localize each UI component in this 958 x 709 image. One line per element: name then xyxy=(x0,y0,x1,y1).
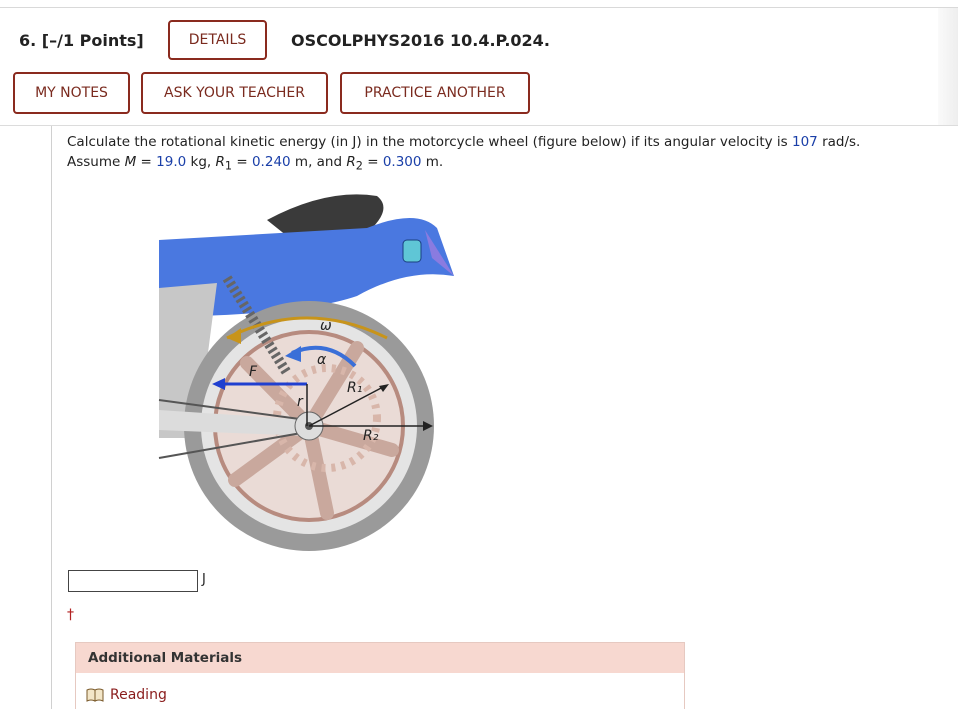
book-icon xyxy=(86,688,104,702)
mass-value: 19.0 xyxy=(156,154,187,170)
reading-label: Reading xyxy=(110,687,167,703)
r2-subscript: 2 xyxy=(355,159,363,173)
equals: = xyxy=(232,154,252,170)
r2-value: 0.300 xyxy=(382,154,422,170)
equals: = xyxy=(136,154,157,170)
r1-subscript: 1 xyxy=(224,159,233,173)
problem-line-1: Calculate the rotational kinetic energy … xyxy=(67,132,947,152)
reading-link[interactable]: Reading xyxy=(86,687,167,703)
question-number: 6. [–/1 Points] xyxy=(19,31,144,50)
r1-label: R₁ xyxy=(347,380,362,396)
practice-another-button[interactable]: PRACTICE ANOTHER xyxy=(340,72,530,114)
question-id: OSCOLPHYS2016 10.4.P.024. xyxy=(291,31,550,50)
r1-value: 0.240 xyxy=(251,154,291,170)
omega-value: 107 xyxy=(792,134,818,150)
content-left-rule xyxy=(51,126,52,709)
reflector-icon xyxy=(402,239,422,263)
my-notes-button[interactable]: MY NOTES xyxy=(13,72,130,114)
alpha-label: α xyxy=(317,352,327,368)
force-label: F xyxy=(249,364,258,380)
problem-line-2: Assume M = 19.0 kg, R1 = 0.240 m, and R2… xyxy=(67,152,947,177)
problem-text: Calculate the rotational kinetic energy … xyxy=(67,134,792,150)
answer-input[interactable] xyxy=(68,570,198,592)
answer-unit: J xyxy=(202,572,206,587)
additional-materials-title: Additional Materials xyxy=(76,643,684,673)
r1-symbol: R xyxy=(215,154,225,170)
omega-label: ω xyxy=(320,318,332,334)
mass-unit: kg, xyxy=(186,154,216,170)
header-shadow xyxy=(938,8,958,126)
equals: = xyxy=(362,154,383,170)
mass-symbol: M xyxy=(124,154,137,170)
header-separator xyxy=(0,125,958,126)
assume-text: Assume xyxy=(67,154,125,170)
problem-statement: Calculate the rotational kinetic energy … xyxy=(67,132,947,177)
ask-teacher-button[interactable]: ASK YOUR TEACHER xyxy=(141,72,328,114)
details-button[interactable]: DETAILS xyxy=(168,20,267,60)
omega-unit: rad/s. xyxy=(817,134,861,150)
r1-unit: m, and xyxy=(290,154,347,170)
r2-unit: m. xyxy=(421,154,444,170)
r2-label: R₂ xyxy=(363,428,379,444)
dagger-mark: † xyxy=(67,607,74,623)
additional-materials-panel: Additional Materials Reading xyxy=(75,642,685,709)
r2-symbol: R xyxy=(346,154,356,170)
motorcycle-wheel-figure: ω α F r R₁ R₂ xyxy=(158,194,454,551)
